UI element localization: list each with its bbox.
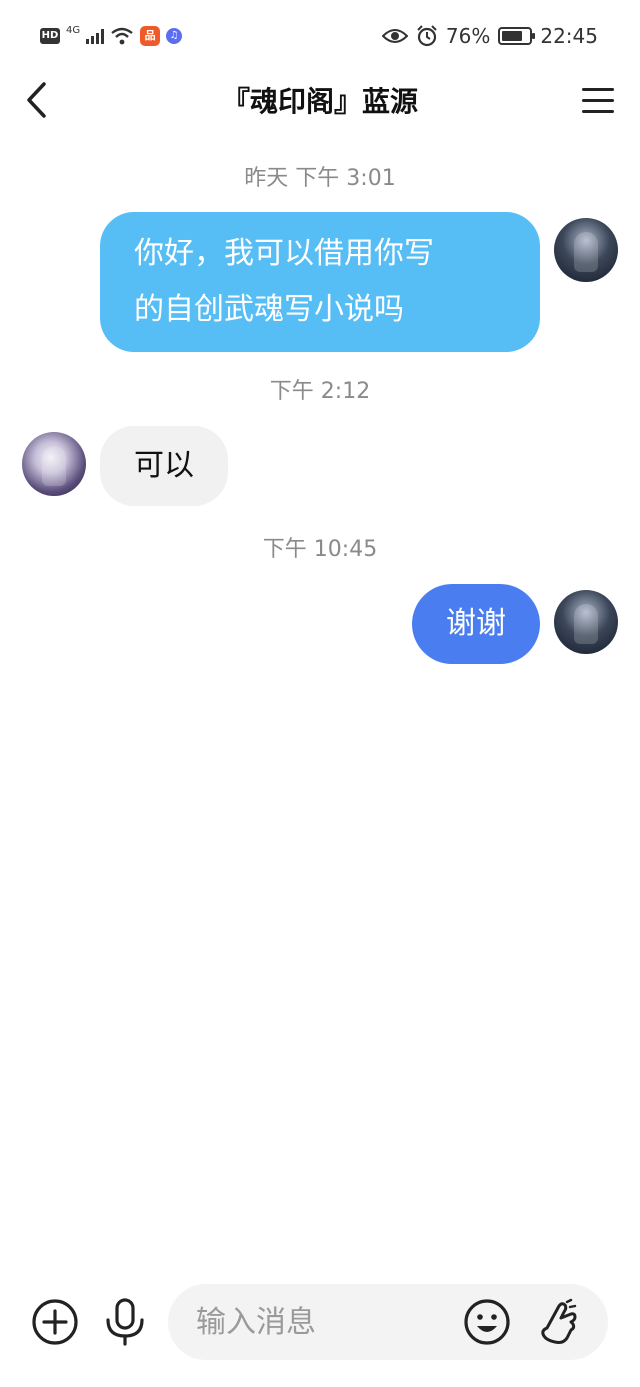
add-button[interactable] (30, 1297, 80, 1347)
status-bar: HD 4G 品 ♫ 76% 22:45 (0, 0, 640, 70)
avatar-self[interactable] (554, 590, 618, 654)
hd-icon: HD (40, 28, 60, 44)
music-icon: ♫ (166, 28, 183, 44)
chat-header: 『魂印阁』蓝源 (0, 70, 640, 130)
status-right: 76% 22:45 (381, 22, 598, 50)
chat-title: 『魂印阁』蓝源 (221, 85, 418, 118)
add-circle-icon (32, 1299, 78, 1345)
message-bubble-sent[interactable]: 你好，我可以借用你写 的自创武魂写小说吗 (100, 212, 540, 352)
message-line: 你好，我可以借用你写 (134, 236, 434, 271)
battery-percent: 76% (445, 24, 491, 48)
avatar-self[interactable] (554, 218, 618, 282)
avatar-contact[interactable] (22, 432, 86, 496)
hamburger-menu-icon (582, 87, 614, 91)
emoji-icon (464, 1299, 510, 1345)
message-input[interactable] (196, 1284, 456, 1360)
message-line: 谢谢 (446, 606, 506, 641)
menu-button[interactable] (582, 80, 622, 120)
voice-button[interactable] (100, 1297, 150, 1347)
clock: 22:45 (540, 24, 598, 48)
message-line: 可以 (134, 448, 194, 483)
gesture-button[interactable] (534, 1297, 584, 1347)
eye-icon (381, 29, 408, 43)
app-icon: 品 (140, 26, 161, 46)
timestamp: 昨天 下午 3:01 (244, 166, 396, 191)
gesture-hand-icon (541, 1298, 577, 1344)
status-left: HD 4G 品 ♫ (40, 22, 183, 50)
timestamp: 下午 2:12 (269, 379, 371, 404)
timestamp: 下午 10:45 (262, 537, 378, 562)
emoji-button[interactable] (462, 1297, 512, 1347)
message-bubble-sent[interactable]: 谢谢 (412, 584, 540, 664)
alarm-icon (417, 25, 437, 47)
network-type-label: 4G (66, 24, 81, 36)
microphone-icon (106, 1298, 144, 1346)
message-line: 的自创武魂写小说吗 (134, 292, 404, 327)
message-bubble-received[interactable]: 可以 (100, 426, 228, 506)
chat-screen: HD 4G 品 ♫ 76% 22:45 『魂印阁』蓝源 昨天 下午 3:01 你… (0, 0, 640, 1387)
battery-icon (498, 27, 536, 45)
signal-icon (86, 28, 105, 44)
input-bar (0, 1282, 640, 1362)
message-input-wrapper (168, 1284, 608, 1360)
wifi-icon (111, 27, 133, 45)
